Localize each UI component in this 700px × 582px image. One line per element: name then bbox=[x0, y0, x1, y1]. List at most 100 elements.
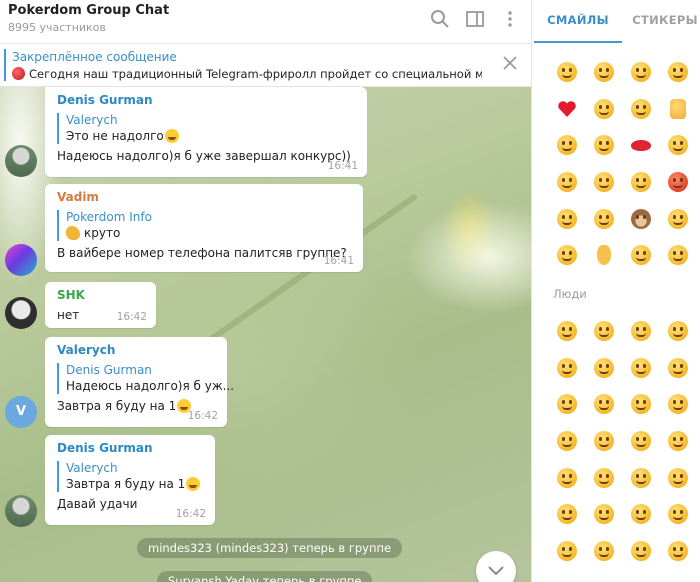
emoji-item[interactable] bbox=[585, 200, 622, 237]
service-message: mindes323 (mindes323) теперь в группе bbox=[137, 538, 403, 558]
message-bubble[interactable]: Vadim Pokerdom Info круто В вайбере номе… bbox=[45, 184, 363, 272]
emoji-item[interactable] bbox=[585, 459, 622, 496]
emoji-item[interactable] bbox=[659, 350, 696, 387]
emoji-item[interactable] bbox=[585, 54, 622, 91]
search-icon[interactable] bbox=[429, 8, 451, 30]
emoji-item[interactable] bbox=[622, 496, 659, 533]
emoji-item[interactable] bbox=[622, 54, 659, 91]
emoji-item[interactable] bbox=[622, 350, 659, 387]
emoji-item[interactable] bbox=[659, 200, 696, 237]
emoji-item[interactable] bbox=[548, 164, 585, 201]
face-scream-icon bbox=[630, 172, 651, 193]
face-worried-icon bbox=[556, 540, 577, 561]
reply-quote[interactable]: Denis Gurman Надеюсь надолго)я б уж... bbox=[57, 363, 234, 394]
face-relieved-icon bbox=[593, 208, 614, 229]
avatar[interactable] bbox=[5, 297, 37, 329]
emoji-item[interactable] bbox=[548, 313, 585, 350]
emoji-item[interactable] bbox=[659, 533, 696, 570]
face-unamused-icon bbox=[593, 62, 614, 83]
emoji-item[interactable] bbox=[659, 164, 696, 201]
face-pensive-icon bbox=[667, 504, 688, 525]
tab-emoji[interactable]: СМАЙЛЫ bbox=[534, 0, 622, 43]
face-blush-icon bbox=[593, 98, 614, 119]
emoji-item[interactable] bbox=[585, 313, 622, 350]
emoji-item[interactable] bbox=[548, 533, 585, 570]
emoji-item[interactable] bbox=[622, 459, 659, 496]
emoji-item[interactable] bbox=[585, 423, 622, 460]
emoji-item[interactable] bbox=[659, 54, 696, 91]
emoji-item[interactable] bbox=[622, 533, 659, 570]
emoji-item[interactable] bbox=[659, 237, 696, 274]
more-vertical-icon[interactable] bbox=[499, 8, 521, 30]
emoji-item[interactable] bbox=[622, 91, 659, 128]
pinned-message[interactable]: Закреплённое сообщение Сегодня наш тради… bbox=[0, 44, 531, 87]
emoji-item[interactable] bbox=[622, 423, 659, 460]
chat-area[interactable]: Denis Gurman Valerych Это не надолго Над… bbox=[0, 87, 531, 582]
sender-name[interactable]: Vadim bbox=[57, 190, 353, 205]
face-blush-icon bbox=[667, 357, 688, 378]
emoji-item[interactable] bbox=[622, 200, 659, 237]
emoji-item[interactable] bbox=[548, 54, 585, 91]
face-heart-eyes-icon bbox=[667, 62, 688, 83]
emoji-item[interactable] bbox=[548, 237, 585, 274]
emoji-item[interactable] bbox=[659, 313, 696, 350]
emoji-item[interactable] bbox=[622, 313, 659, 350]
face-persevere-icon bbox=[667, 540, 688, 561]
reply-quote[interactable]: Valerych Это не надолго bbox=[57, 113, 357, 144]
emoji-item[interactable] bbox=[622, 164, 659, 201]
sender-name[interactable]: Denis Gurman bbox=[57, 441, 205, 456]
message-bubble[interactable]: Valerych Denis Gurman Надеюсь надолго)я … bbox=[45, 337, 234, 427]
reply-text: Завтра я буду на 1 bbox=[66, 477, 186, 491]
message-time: 16:42 bbox=[175, 508, 206, 520]
emoji-item[interactable] bbox=[659, 496, 696, 533]
emoji-item[interactable] bbox=[548, 127, 585, 164]
reply-text-line: круто bbox=[66, 225, 353, 241]
close-icon[interactable] bbox=[501, 54, 519, 72]
emoji-item[interactable] bbox=[548, 350, 585, 387]
emoji-item[interactable] bbox=[585, 350, 622, 387]
reply-text-line: Это не надолго bbox=[66, 128, 357, 144]
emoji-item[interactable] bbox=[659, 423, 696, 460]
face-disappointed-icon bbox=[630, 504, 651, 525]
sender-name[interactable]: Valerych bbox=[57, 343, 217, 358]
emoji-item[interactable] bbox=[548, 459, 585, 496]
sidebar-toggle-icon[interactable] bbox=[464, 8, 486, 30]
emoji-item[interactable] bbox=[622, 386, 659, 423]
message-time: 16:41 bbox=[327, 160, 358, 172]
chat-header: Pokerdom Group Chat 8995 участников bbox=[0, 0, 531, 44]
emoji-item[interactable] bbox=[548, 496, 585, 533]
avatar[interactable] bbox=[5, 145, 37, 177]
emoji-grid-recent bbox=[548, 54, 696, 274]
emoji-item[interactable] bbox=[585, 164, 622, 201]
emoji-item[interactable] bbox=[622, 237, 659, 274]
tab-stickers[interactable]: СТИКЕРЫ bbox=[630, 0, 700, 43]
reply-quote[interactable]: Valerych Завтра я буду на 1 bbox=[57, 461, 205, 492]
emoji-item[interactable] bbox=[548, 91, 585, 128]
avatar[interactable]: V bbox=[5, 396, 37, 428]
avatar[interactable] bbox=[5, 495, 37, 527]
message-bubble[interactable]: Denis Gurman Valerych Завтра я буду на 1… bbox=[45, 435, 215, 525]
emoji-item[interactable] bbox=[548, 386, 585, 423]
emoji-item[interactable] bbox=[585, 496, 622, 533]
emoji-item[interactable] bbox=[585, 237, 622, 274]
chat-title[interactable]: Pokerdom Group Chat bbox=[8, 3, 169, 18]
message-bubble[interactable]: Denis Gurman Valerych Это не надолго Над… bbox=[45, 87, 367, 177]
avatar[interactable] bbox=[5, 244, 37, 276]
scroll-down-button[interactable] bbox=[476, 551, 516, 582]
emoji-item[interactable] bbox=[548, 423, 585, 460]
emoji-item[interactable] bbox=[659, 127, 696, 164]
emoji-item[interactable] bbox=[585, 386, 622, 423]
sender-name[interactable]: SHK bbox=[57, 288, 146, 303]
ok-hand-icon bbox=[596, 245, 611, 266]
emoji-item[interactable] bbox=[622, 127, 659, 164]
emoji-item[interactable] bbox=[659, 459, 696, 496]
reply-quote[interactable]: Pokerdom Info круто bbox=[57, 210, 353, 241]
sender-name[interactable]: Denis Gurman bbox=[57, 93, 357, 108]
emoji-item[interactable] bbox=[659, 91, 696, 128]
emoji-item[interactable] bbox=[659, 386, 696, 423]
message-bubble[interactable]: SHK нет 16:42 bbox=[45, 282, 156, 328]
emoji-item[interactable] bbox=[548, 200, 585, 237]
emoji-item[interactable] bbox=[585, 91, 622, 128]
emoji-item[interactable] bbox=[585, 533, 622, 570]
emoji-item[interactable] bbox=[585, 127, 622, 164]
